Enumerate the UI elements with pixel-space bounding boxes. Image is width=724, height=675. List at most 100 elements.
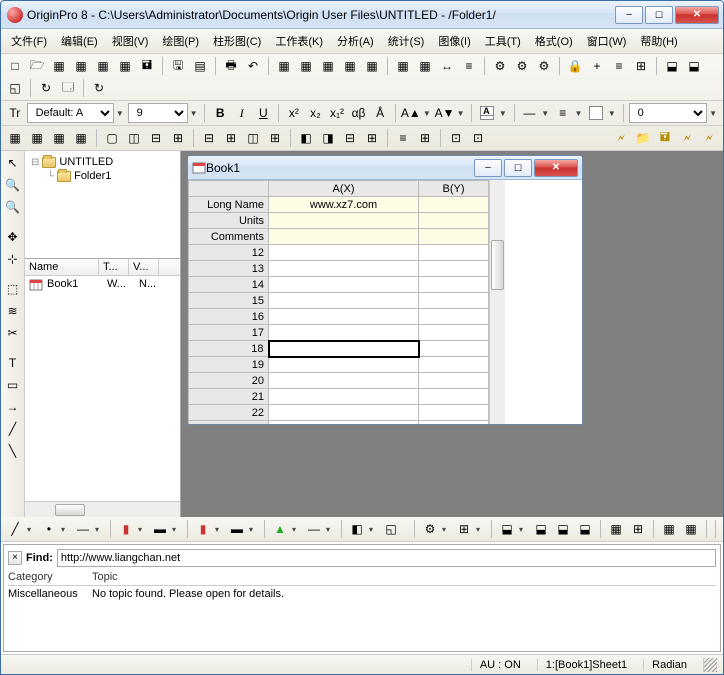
dropdown-icon[interactable]: ▾ [369, 525, 379, 534]
row-number[interactable]: 16 [189, 309, 269, 325]
plot-button[interactable]: ▦ [681, 519, 701, 539]
superscript-button[interactable]: x² [284, 103, 304, 123]
tool-button[interactable]: ✥ [3, 227, 23, 247]
tool-button[interactable]: ↖ [3, 153, 23, 173]
plot-button[interactable]: ⬓ [497, 519, 517, 539]
layout-button[interactable]: ⊞ [221, 128, 241, 148]
toolbar-button[interactable]: ▦ [71, 56, 91, 76]
toolbar-button[interactable]: 🖬 [137, 56, 157, 76]
menu-item[interactable]: 统计(S) [382, 31, 431, 51]
book-close-button[interactable] [534, 159, 578, 177]
cell[interactable] [269, 405, 419, 421]
plot-button[interactable]: • [39, 519, 59, 539]
menu-item[interactable]: 文件(F) [5, 31, 53, 51]
row-number[interactable]: 20 [189, 373, 269, 389]
toolbar-button[interactable]: ▤ [190, 56, 210, 76]
script-button[interactable]: 🗲 [699, 128, 719, 148]
dropdown-icon[interactable]: ▾ [249, 525, 259, 534]
dropdown-icon[interactable]: ▾ [95, 525, 105, 534]
plot-button[interactable]: ⊞ [454, 519, 474, 539]
toolbar-button[interactable]: 🖫 [168, 56, 188, 76]
toolbar-button[interactable]: ▦ [49, 56, 69, 76]
tool-button[interactable]: ✂ [3, 323, 23, 343]
grid-scrollbar[interactable] [489, 180, 505, 424]
tool-button[interactable]: ╱ [3, 419, 23, 439]
toolbar-button[interactable]: 🗁 [27, 56, 47, 76]
book-minimize-button[interactable] [474, 159, 502, 177]
toolbar-button[interactable]: + [587, 56, 607, 76]
size-select[interactable]: 9 [128, 103, 188, 123]
menu-item[interactable]: 格式(O) [529, 31, 579, 51]
plot-button[interactable]: ▬ [150, 519, 170, 539]
menu-item[interactable]: 工具(T) [479, 31, 527, 51]
data-grid[interactable]: A(X)B(Y)Long Namewww.xz7.comUnitsComment… [188, 180, 489, 424]
toolbar-button[interactable]: ▦ [340, 56, 360, 76]
cell[interactable] [269, 421, 419, 425]
cell[interactable] [269, 389, 419, 405]
layout-button[interactable]: ▦ [27, 128, 47, 148]
list-header[interactable]: Name T... V... [25, 259, 180, 276]
toolbar-button[interactable]: ▦ [274, 56, 294, 76]
toolbar-button[interactable]: ↶ [243, 56, 263, 76]
row-number[interactable]: 17 [189, 325, 269, 341]
plot-button[interactable]: ▲ [270, 519, 290, 539]
toolbar-button[interactable]: ⚙ [512, 56, 532, 76]
text-tool-icon[interactable]: Tr [5, 103, 25, 123]
row-number[interactable]: 19 [189, 357, 269, 373]
cell[interactable] [269, 341, 419, 357]
cell[interactable] [269, 245, 419, 261]
tool-button[interactable]: ⊹ [3, 249, 23, 269]
list-item[interactable]: Book1 W... N... [25, 276, 180, 294]
dropdown-icon[interactable]: ▾ [326, 525, 336, 534]
tool-button[interactable]: T [3, 353, 23, 373]
row-number[interactable]: 14 [189, 277, 269, 293]
tool-button[interactable]: 🔍 [3, 197, 23, 217]
plot-button[interactable]: ▬ [227, 519, 247, 539]
cell[interactable] [269, 293, 419, 309]
cell[interactable] [419, 373, 489, 389]
plot-button[interactable]: ▾ [476, 525, 486, 534]
row-number[interactable]: 18 [189, 341, 269, 357]
book-maximize-button[interactable] [504, 159, 532, 177]
script-button[interactable]: 📁 [633, 128, 653, 148]
column-header[interactable]: B(Y) [419, 181, 489, 197]
row-header[interactable]: Comments [189, 229, 269, 245]
plot-button[interactable]: ⊞ [628, 519, 648, 539]
column-header[interactable]: A(X) [269, 181, 419, 197]
plot-button[interactable]: ▮ [116, 519, 136, 539]
toolbar-button[interactable]: ▦ [415, 56, 435, 76]
subscript-button[interactable]: x₂ [306, 103, 326, 123]
numeric-select[interactable]: 0 [629, 103, 708, 123]
menu-item[interactable]: 图像(I) [432, 31, 476, 51]
toolbar-button[interactable]: ≡ [459, 56, 479, 76]
workbook-titlebar[interactable]: Book1 [188, 156, 582, 180]
tree-root[interactable]: ⊟ UNTITLED [29, 155, 176, 169]
decrease-font-button[interactable]: A▼ [435, 103, 455, 123]
folder-tree[interactable]: ⊟ UNTITLED └ Folder1 [25, 151, 180, 259]
menu-item[interactable]: 分析(A) [331, 31, 380, 51]
row-header[interactable]: Units [189, 213, 269, 229]
cell[interactable] [419, 277, 489, 293]
list-scrollbar[interactable] [25, 501, 180, 517]
toolbar-button[interactable]: □ [5, 56, 25, 76]
toolbar-button[interactable]: 🔒 [565, 56, 585, 76]
maximize-button[interactable] [645, 6, 673, 24]
supsub-button[interactable]: x₁² [327, 103, 347, 123]
toolbar-button[interactable]: ◱ [5, 78, 25, 98]
script-button[interactable]: 🗲 [611, 128, 631, 148]
cell[interactable] [419, 357, 489, 373]
tool-button[interactable]: ╲ [3, 441, 23, 461]
cell[interactable] [269, 357, 419, 373]
menu-item[interactable]: 窗口(W) [581, 31, 633, 51]
tool-button[interactable]: ⬚ [3, 279, 23, 299]
fill-color-button[interactable] [586, 103, 606, 123]
toolbar-button[interactable]: ▦ [93, 56, 113, 76]
cell[interactable] [269, 325, 419, 341]
worksheet[interactable]: A(X)B(Y)Long Namewww.xz7.comUnitsComment… [188, 180, 582, 424]
menu-item[interactable]: 绘图(P) [156, 31, 205, 51]
plot-button[interactable]: ⬓ [531, 519, 551, 539]
toolbar-button[interactable]: ↻ [89, 78, 109, 98]
layout-button[interactable]: ▦ [49, 128, 69, 148]
script-button[interactable]: 🗲 [677, 128, 697, 148]
dropdown-icon[interactable]: ▾ [27, 525, 37, 534]
